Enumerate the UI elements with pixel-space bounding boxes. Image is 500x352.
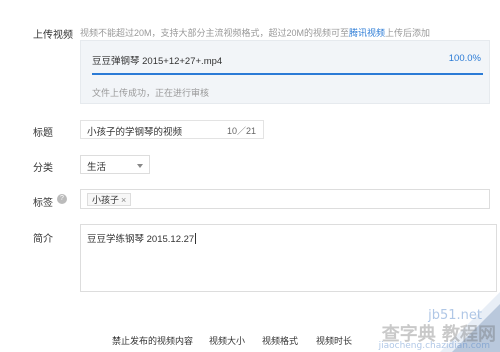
upload-hint-text: 视频不能超过20M，支持大部分主流视频格式，超过20M的视频可至 <box>80 28 350 38</box>
text-caret <box>195 233 197 244</box>
uploaded-file-name: 豆豆弹钢琴 2015+12+27+.mp4 <box>92 56 223 67</box>
tab-video-duration[interactable]: 视频时长 <box>316 334 352 347</box>
upload-status-text: 文件上传成功，正在进行审核 <box>92 88 210 98</box>
tags-input[interactable]: 小孩子 × <box>80 189 490 209</box>
tab-prohibited-content[interactable]: 禁止发布的视频内容 <box>112 334 193 347</box>
title-input[interactable]: 小孩子的学钢琴的视频 10／21 <box>80 120 264 139</box>
description-text: 豆豆学练钢琴 2015.12.27 <box>87 234 195 245</box>
tencent-video-link[interactable]: 腾讯视频 <box>349 28 385 38</box>
upload-video-label: 上传视频 <box>33 30 73 41</box>
category-label: 分类 <box>33 163 53 174</box>
description-label: 简介 <box>33 234 53 245</box>
tag-chip: 小孩子 × <box>87 193 132 206</box>
tags-label: 标签 <box>33 198 53 209</box>
title-value: 小孩子的学钢琴的视频 <box>87 127 183 138</box>
upload-progress-panel: 豆豆弹钢琴 2015+12+27+.mp4 100.0% 文件上传成功，正在进行… <box>80 40 490 104</box>
help-icon[interactable]: ? <box>57 194 67 204</box>
title-char-count: 10／21 <box>226 126 256 136</box>
upload-percent: 100.0% <box>448 53 481 64</box>
category-value: 生活 <box>87 162 107 173</box>
upload-hint: 视频不能超过20M，支持大部分主流视频格式，超过20M的视频可至腾讯视频上传后添… <box>80 26 430 39</box>
tab-video-format[interactable]: 视频格式 <box>262 334 298 347</box>
tag-chip-label: 小孩子 <box>92 195 120 205</box>
title-label: 标题 <box>33 128 53 139</box>
close-icon[interactable]: × <box>121 195 126 205</box>
upload-progress-bar <box>92 73 483 75</box>
upload-hint-suffix: 上传后添加 <box>385 28 431 38</box>
bottom-tab-bar: 禁止发布的视频内容 视频大小 视频格式 视频时长 <box>0 334 500 348</box>
page-fold-decoration <box>440 292 500 352</box>
upload-progress-fill <box>92 73 483 75</box>
description-value: 豆豆学练钢琴 2015.12.27 <box>87 231 197 245</box>
description-textarea[interactable]: 豆豆学练钢琴 2015.12.27 <box>80 224 497 292</box>
tab-video-size[interactable]: 视频大小 <box>209 334 245 347</box>
category-select[interactable]: 生活 <box>80 155 150 174</box>
chevron-down-icon <box>137 164 143 168</box>
